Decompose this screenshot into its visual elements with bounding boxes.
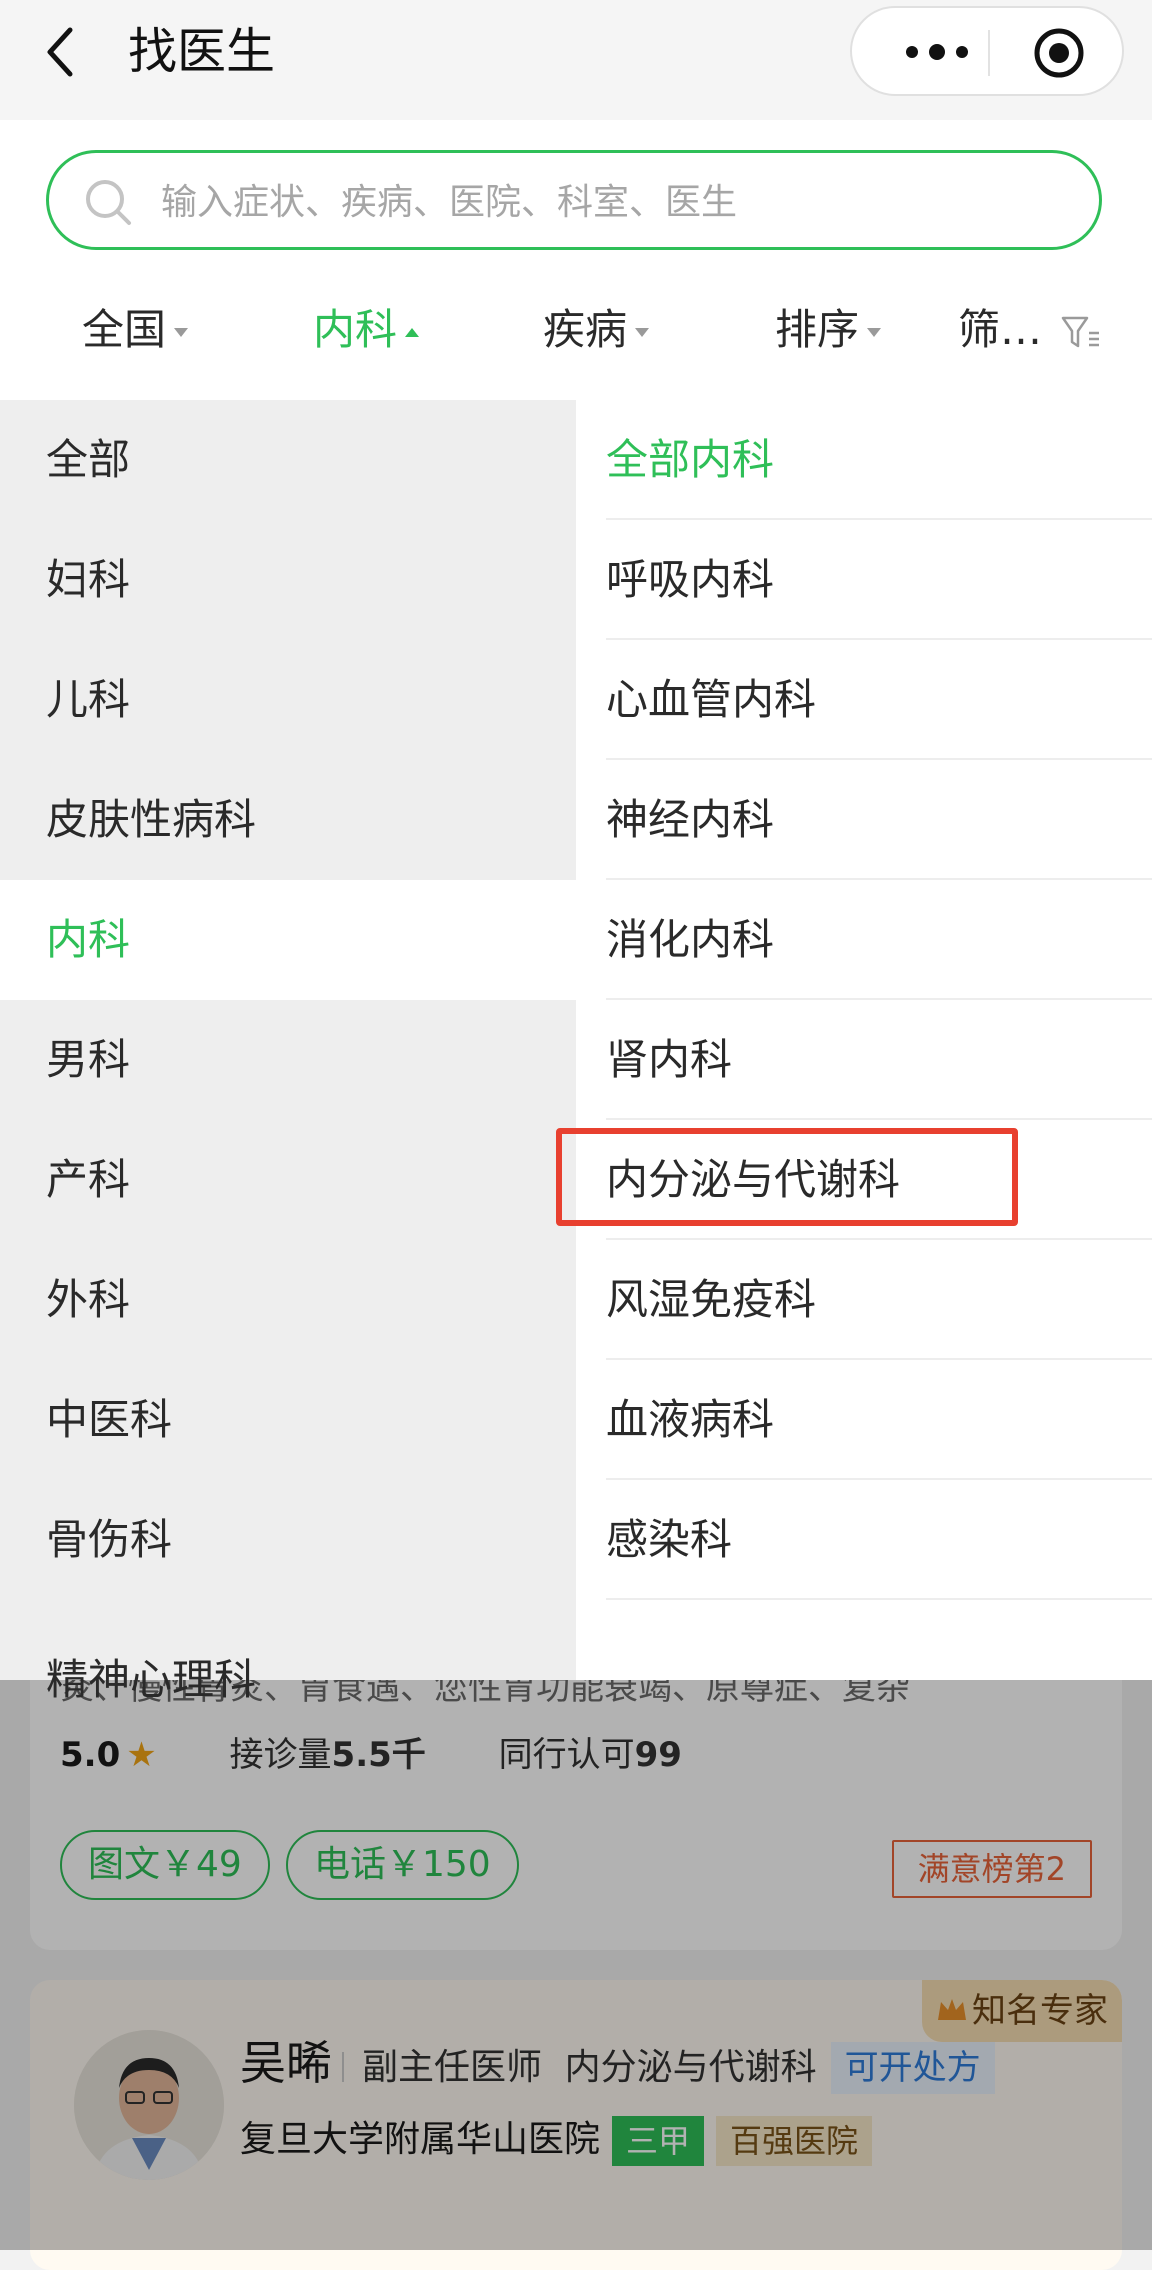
department-item-selected[interactable]: 内科 <box>0 880 576 1000</box>
mini-program-capsule <box>850 6 1124 96</box>
subdepartment-item[interactable]: 消化内科 <box>606 880 1152 1000</box>
department-item[interactable]: 骨伤科 <box>0 1480 576 1600</box>
subdepartment-item[interactable]: 肾内科 <box>606 1000 1152 1120</box>
subdepartment-item[interactable]: 风湿免疫科 <box>606 1240 1152 1360</box>
search-input[interactable] <box>159 171 1063 233</box>
nav-bar: 找医生 <box>0 0 1152 120</box>
department-item[interactable]: 外科 <box>0 1240 576 1360</box>
filter-sort[interactable]: 排序 <box>775 300 882 360</box>
subdepartment-item[interactable]: 感染科 <box>606 1480 1152 1600</box>
filter-screen-label: 筛… <box>958 305 1043 354</box>
department-item[interactable]: 儿科 <box>0 640 576 760</box>
filter-region-label: 全国 <box>82 305 167 354</box>
subdepartment-list: 全部内科 呼吸内科 心血管内科 神经内科 消化内科 肾内科 内分泌与代谢科 风湿… <box>576 400 1152 1680</box>
department-item[interactable]: 皮肤性病科 <box>0 760 576 880</box>
filter-bar: 全国 内科 疾病 排序 筛… <box>0 260 1152 400</box>
filter-department-label: 内科 <box>313 305 398 354</box>
caret-down-icon <box>635 328 650 337</box>
back-arrow-icon[interactable] <box>40 22 90 82</box>
department-item[interactable]: 全部 <box>0 400 576 520</box>
caret-up-icon <box>405 328 420 337</box>
search-icon <box>83 177 133 227</box>
department-list: 全部 妇科 儿科 皮肤性病科 内科 男科 产科 外科 中医科 骨伤科 <box>0 400 576 1680</box>
filter-screen[interactable]: 筛… <box>958 300 1101 360</box>
filter-region[interactable]: 全国 <box>82 300 189 360</box>
caret-down-icon <box>867 328 882 337</box>
subdepartment-item[interactable]: 呼吸内科 <box>606 520 1152 640</box>
more-dots-icon[interactable] <box>892 30 982 74</box>
subdepartment-item[interactable]: 神经内科 <box>606 760 1152 880</box>
search-bar-area <box>0 120 1152 260</box>
caret-down-icon <box>174 328 189 337</box>
filter-disease-label: 疾病 <box>543 305 628 354</box>
subdepartment-item[interactable]: 心血管内科 <box>606 640 1152 760</box>
dropdown-mask[interactable] <box>0 1680 1152 2250</box>
department-item[interactable]: 产科 <box>0 1120 576 1240</box>
subdepartment-item-selected[interactable]: 全部内科 <box>606 400 1152 520</box>
department-item-partial[interactable]: 精神心理科 <box>46 1640 256 1720</box>
department-item[interactable]: 中医科 <box>0 1360 576 1480</box>
highlight-annotation-box <box>556 1128 1018 1226</box>
target-icon[interactable] <box>1032 26 1086 80</box>
filter-department[interactable]: 内科 <box>313 300 420 360</box>
search-box[interactable] <box>46 150 1102 250</box>
filter-funnel-icon <box>1062 316 1100 347</box>
department-item[interactable]: 妇科 <box>0 520 576 640</box>
filter-disease[interactable]: 疾病 <box>543 300 650 360</box>
page-title: 找医生 <box>128 23 276 80</box>
department-item[interactable]: 男科 <box>0 1000 576 1120</box>
filter-sort-label: 排序 <box>775 305 860 354</box>
capsule-divider <box>988 30 990 76</box>
subdepartment-item[interactable]: 血液病科 <box>606 1360 1152 1480</box>
